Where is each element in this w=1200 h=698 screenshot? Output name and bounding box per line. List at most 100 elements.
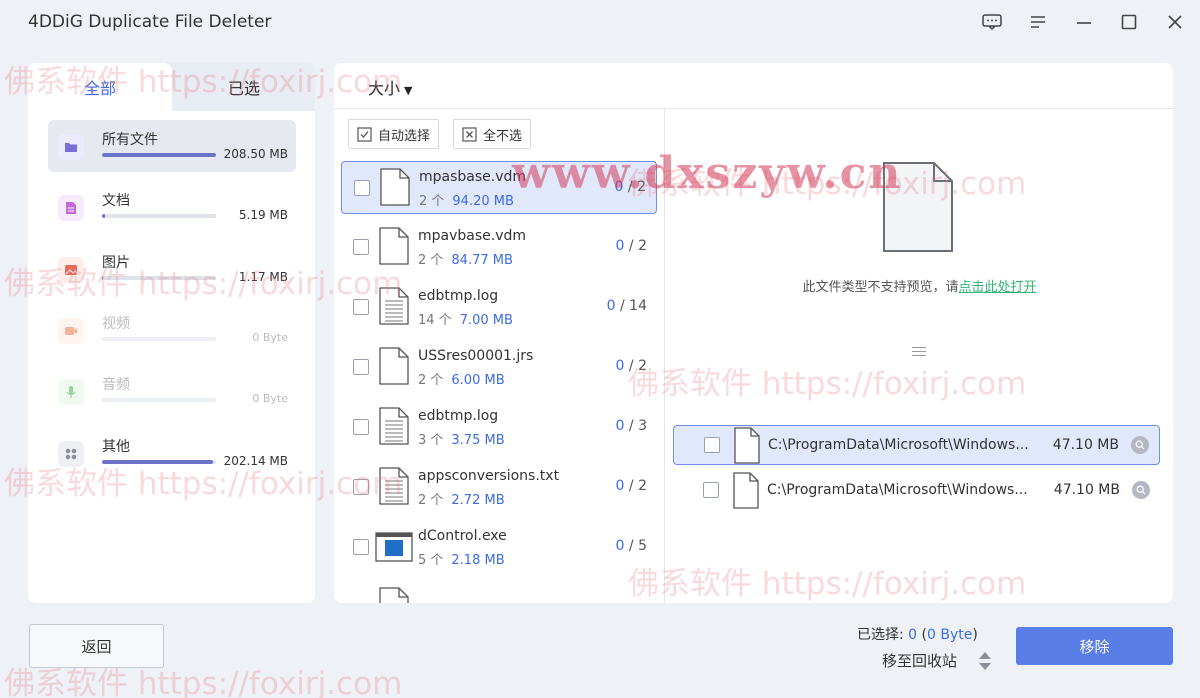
duplicate-count: 14 个 [418, 313, 452, 328]
selected-count: 0 [615, 538, 625, 554]
file-group-row[interactable]: mpasbase.vdm 2 个 94.20 MB 0 / 2 [341, 161, 657, 214]
file-meta: 3 个 3.75 MB [418, 429, 505, 448]
sort-dropdown[interactable]: 大小 ▼ [368, 75, 412, 99]
selection-summary: 已选择: 0 (0 Byte) [857, 627, 978, 643]
tab-selected[interactable]: 已选 [172, 63, 315, 111]
file-meta: 2 个 2.72 MB [418, 489, 505, 508]
checkbox-icon [357, 126, 372, 142]
total-count: 14 [629, 298, 647, 314]
back-button[interactable]: 返回 [29, 624, 164, 668]
category-item[interactable]: 其他 202.14 MB [48, 427, 296, 479]
file-meta: 2 个 84.77 MB [418, 249, 513, 268]
duplicate-count: 5 个 [418, 553, 444, 568]
file-icon [379, 347, 409, 385]
file-checkbox[interactable] [353, 239, 369, 255]
path-file-size: 47.10 MB [1053, 482, 1120, 498]
selected-ratio: 0 / 2 [615, 238, 647, 254]
selected-ratio: 0 / 2 [614, 179, 646, 195]
category-item[interactable]: 文档 5.19 MB [48, 181, 296, 233]
total-count: 2 [638, 478, 647, 494]
file-checkbox[interactable] [353, 539, 369, 555]
updown-arrow-icon[interactable] [978, 651, 992, 671]
path-file-size: 47.10 MB [1052, 437, 1119, 453]
file-icon [733, 472, 759, 509]
category-item[interactable]: 音频 0 Byte [48, 365, 296, 417]
path-checkbox[interactable] [703, 482, 719, 498]
tab-all[interactable]: 全部 [28, 63, 172, 111]
audio-icon [58, 379, 84, 406]
selected-ratio: 0 / 3 [615, 418, 647, 434]
file-checkbox[interactable] [354, 180, 370, 196]
selected-ratio: 0 / 5 [615, 538, 647, 554]
total-count: 5 [638, 538, 647, 554]
close-icon[interactable] [1161, 8, 1189, 36]
category-item[interactable]: 视频 0 Byte [48, 304, 296, 356]
selected-count: 0 [615, 358, 625, 374]
category-sidebar: 全部 已选 所有文件 208.50 MB 文档 5.19 MB 图片 1.17 MB 视频 0… [28, 63, 315, 603]
total-count: 2 [637, 179, 646, 195]
file-checkbox[interactable] [353, 359, 369, 375]
file-group-row[interactable]: dControl.exe 5 个 2.18 MB 0 / 5 [341, 521, 657, 574]
minimize-icon[interactable] [1070, 8, 1098, 36]
file-name: USSres00001.jrs [418, 348, 534, 364]
file-group-row[interactable]: edbtmp.log 3 个 3.75 MB 0 / 3 [341, 401, 657, 454]
file-size: 94.20 MB [452, 194, 514, 209]
file-size: 7.00 MB [459, 313, 513, 328]
remove-button[interactable]: 移除 [1016, 627, 1173, 665]
preview-message: 此文件类型不支持预览，请点击此处打开 [666, 276, 1173, 295]
open-file-link[interactable]: 点击此处打开 [959, 280, 1037, 295]
file-name: dControl.exe [418, 528, 507, 544]
category-progress [102, 336, 216, 341]
sort-label: 大小 [368, 79, 401, 98]
locate-icon[interactable] [1131, 436, 1149, 454]
preview-message-text: 此文件类型不支持预览，请 [802, 280, 959, 295]
preview-panel: 此文件类型不支持预览，请点击此处打开 C:\ProgramData\Micros… [666, 109, 1173, 603]
duplicate-count: 2 个 [418, 373, 444, 388]
file-group-row[interactable] [341, 581, 657, 603]
folder-icon [58, 134, 84, 160]
selection-label: 已选择: [857, 627, 904, 643]
file-name: edbtmp.log [418, 288, 499, 304]
main-panel: 大小 ▼ 自动选择 全不选 mpasbase.vdm 2 个 94.20 MB 0 / … [334, 63, 1173, 603]
deselect-all-button[interactable]: 全不选 [453, 119, 532, 149]
file-group-row[interactable]: USSres00001.jrs 2 个 6.00 MB 0 / 2 [341, 341, 657, 394]
category-progress [102, 459, 216, 464]
path-checkbox[interactable] [704, 437, 720, 453]
file-path: C:\ProgramData\Microsoft\Windows... [768, 437, 1029, 453]
file-group-row[interactable]: appsconversions.txt 2 个 2.72 MB 0 / 2 [341, 461, 657, 514]
text-file-icon [379, 467, 409, 505]
category-progress [102, 153, 216, 157]
file-icon [734, 427, 760, 464]
category-name: 视频 [102, 315, 130, 332]
recycle-option[interactable]: 移至回收站 [882, 650, 957, 671]
selected-count: 0 [615, 238, 625, 254]
feedback-icon[interactable] [978, 8, 1006, 36]
file-checkbox[interactable] [353, 479, 369, 495]
file-checkbox[interactable] [353, 299, 369, 315]
category-item[interactable]: 图片 1.17 MB [48, 243, 296, 295]
title-bar: 4DDiG Duplicate File Deleter [0, 0, 1200, 44]
duplicate-path-row[interactable]: C:\ProgramData\Microsoft\Windows... 47.10… [673, 471, 1160, 511]
image-icon [58, 256, 84, 283]
caret-down-icon: ▼ [404, 84, 413, 97]
file-group-row[interactable]: mpavbase.vdm 2 个 84.77 MB 0 / 2 [341, 221, 657, 274]
file-checkbox[interactable] [353, 419, 369, 435]
file-size: 6.00 MB [451, 373, 505, 388]
menu-icon[interactable] [1024, 8, 1052, 36]
maximize-icon[interactable] [1115, 8, 1143, 36]
selected-count: 0 [614, 179, 624, 195]
category-name: 所有文件 [102, 132, 158, 148]
locate-icon[interactable] [1132, 481, 1150, 499]
selected-ratio: 0 / 2 [615, 478, 647, 494]
category-size: 202.14 MB [223, 453, 288, 468]
file-name: edbtmp.log [418, 408, 499, 424]
file-icon [380, 168, 410, 206]
resize-handle[interactable] [912, 347, 926, 359]
category-size: 0 Byte [252, 330, 288, 344]
file-name: appsconversions.txt [418, 468, 560, 484]
file-group-row[interactable]: edbtmp.log 14 个 7.00 MB 0 / 14 [341, 281, 657, 334]
category-item[interactable]: 所有文件 208.50 MB [48, 120, 296, 172]
duplicate-path-row[interactable]: C:\ProgramData\Microsoft\Windows... 47.10… [673, 425, 1160, 465]
category-progress [102, 275, 216, 280]
auto-select-button[interactable]: 自动选择 [348, 119, 440, 149]
